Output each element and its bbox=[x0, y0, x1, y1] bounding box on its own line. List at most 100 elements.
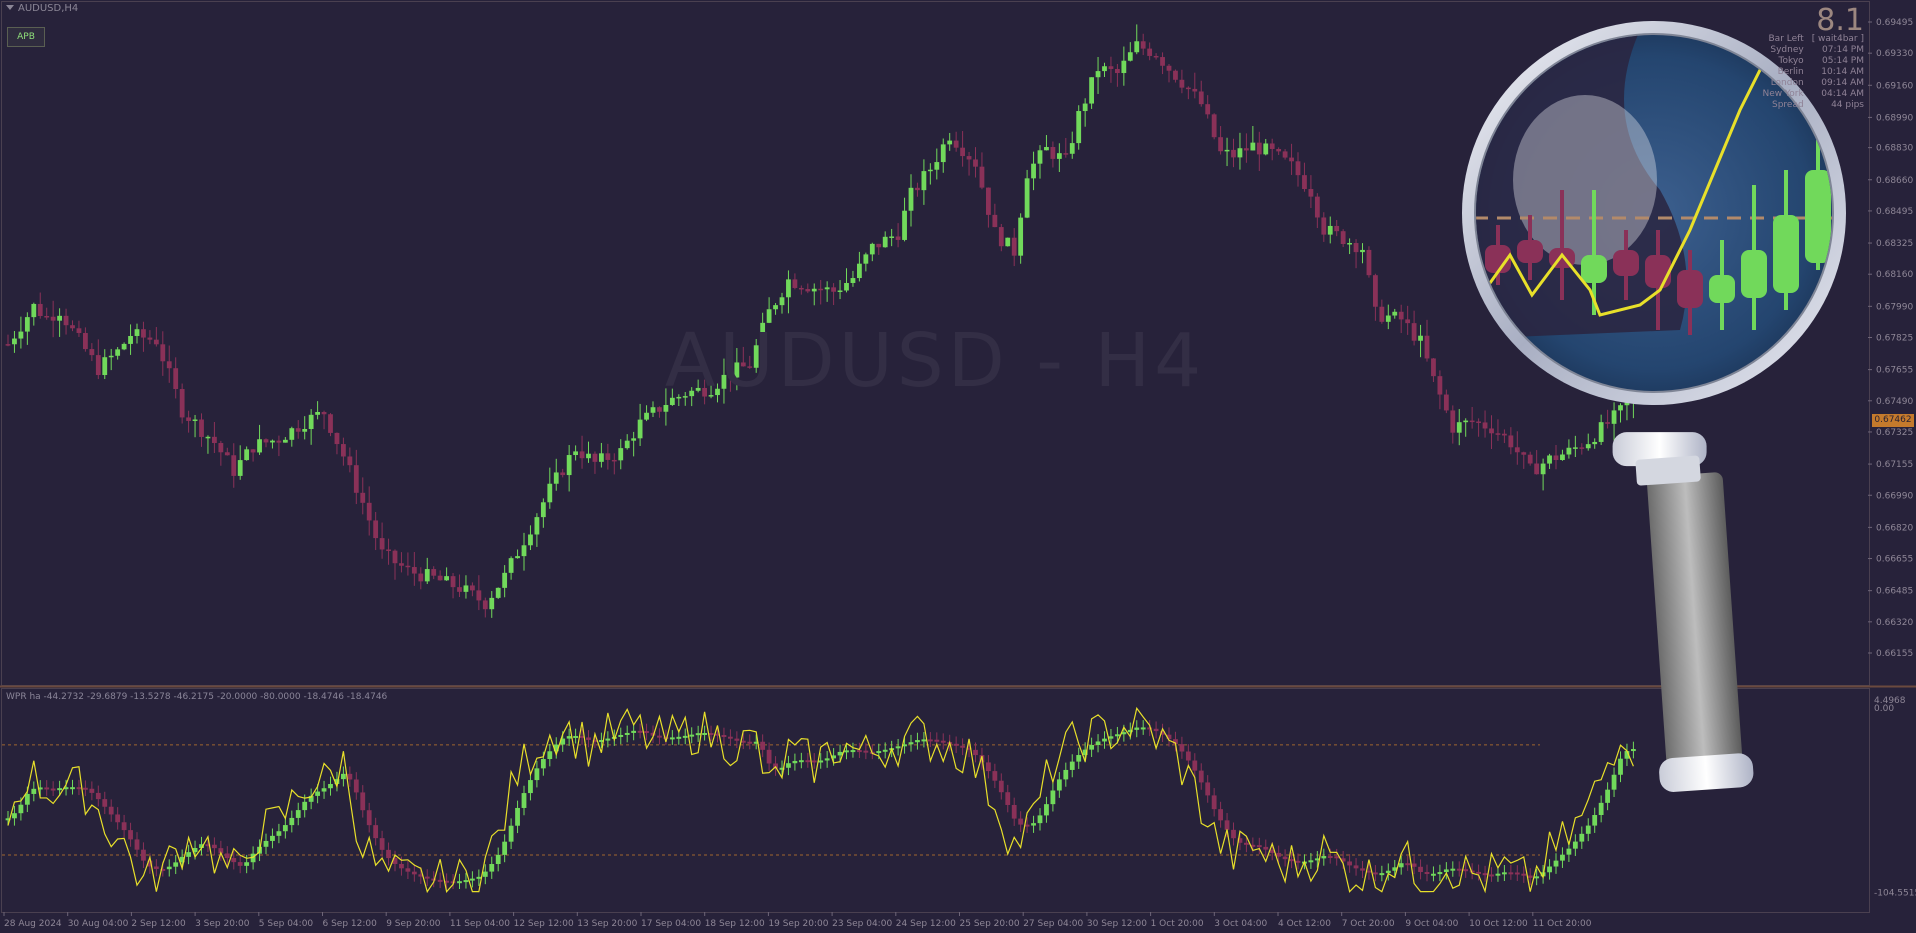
lens-candle-body bbox=[1773, 215, 1799, 293]
candle-body bbox=[508, 558, 514, 573]
wpr-candle-body bbox=[1527, 875, 1533, 878]
candle-body bbox=[940, 144, 946, 163]
candle-body bbox=[1598, 422, 1604, 442]
candle-body bbox=[1198, 91, 1204, 105]
price-label: 0.66485 bbox=[1876, 587, 1913, 597]
wpr-candle-body bbox=[973, 749, 978, 756]
wpr-candle-body bbox=[360, 792, 366, 811]
wpr-candle-body bbox=[921, 739, 927, 742]
candle-body bbox=[1147, 48, 1153, 56]
price-label: 0.67655 bbox=[1876, 366, 1913, 376]
wpr-candle-body bbox=[18, 804, 24, 814]
candle-body bbox=[1321, 217, 1327, 235]
apb-button[interactable]: APB bbox=[7, 27, 45, 47]
candle-body bbox=[1521, 452, 1527, 455]
wpr-candle-body bbox=[1560, 854, 1565, 861]
wpr-candle-body bbox=[786, 763, 791, 768]
indicator-axis-label: -104.5515 bbox=[1874, 889, 1916, 899]
wpr-candle-body bbox=[270, 835, 275, 841]
candle-body bbox=[1327, 225, 1333, 235]
time-axis: 28 Aug 2024 30 Aug 04:00 2 Sep 12:00 3 Sep … bbox=[3, 912, 1592, 929]
wpr-candle-body bbox=[1308, 860, 1314, 863]
wpr-candle-body bbox=[986, 762, 991, 772]
candle-body bbox=[315, 411, 320, 415]
wpr-candle-body bbox=[141, 849, 146, 861]
wpr-candle-body bbox=[811, 760, 817, 763]
symbol-title[interactable]: AUDUSD,H4 bbox=[6, 3, 78, 14]
candle-body bbox=[521, 545, 527, 557]
time-label: 17 Sep 04:00 bbox=[641, 919, 701, 929]
time-label: 25 Sep 20:00 bbox=[960, 919, 1020, 929]
candle-body bbox=[224, 452, 230, 456]
candle-body bbox=[392, 550, 398, 564]
candle-body bbox=[431, 569, 437, 576]
time-label: 1 Oct 20:00 bbox=[1151, 919, 1204, 929]
wpr-candle-body bbox=[805, 760, 811, 763]
candle-body bbox=[844, 282, 849, 291]
price-label: 0.68830 bbox=[1876, 144, 1913, 154]
wpr-candle-body bbox=[186, 852, 191, 857]
candle-body bbox=[37, 303, 43, 316]
candle-body bbox=[773, 305, 778, 310]
price-label: 0.66155 bbox=[1876, 649, 1913, 659]
wpr-candle-body bbox=[1069, 761, 1075, 770]
candle-body bbox=[540, 502, 546, 518]
candle-body bbox=[1056, 153, 1062, 159]
candle-body bbox=[876, 243, 882, 248]
candle-body bbox=[631, 438, 637, 441]
candle-body bbox=[1031, 163, 1036, 179]
wpr-candle-body bbox=[128, 830, 133, 840]
wpr-candle-body bbox=[353, 779, 359, 793]
wpr-candle-body bbox=[134, 839, 140, 850]
candle-body bbox=[302, 428, 308, 432]
candle-body bbox=[605, 453, 611, 460]
price-label: 0.66990 bbox=[1876, 491, 1913, 501]
candle-body bbox=[495, 587, 501, 598]
wpr-candle-body bbox=[263, 840, 269, 847]
candle-body bbox=[199, 419, 204, 437]
wpr-candle-body bbox=[1031, 823, 1036, 826]
magnifier-icon bbox=[1462, 21, 1846, 792]
trading-chart[interactable]: 0.69495 0.69330 0.69160 0.68990 0.68830 0.686… bbox=[0, 0, 1916, 933]
time-label: 11 Sep 04:00 bbox=[450, 919, 510, 929]
lens-candle-body bbox=[1677, 270, 1703, 308]
time-label: 18 Sep 12:00 bbox=[705, 919, 765, 929]
wpr-candle-body bbox=[1347, 861, 1352, 866]
session-row: Spread 44 pips bbox=[1754, 100, 1864, 111]
time-label: 2 Sep 12:00 bbox=[131, 919, 186, 929]
wpr-candle-body bbox=[605, 738, 611, 741]
wpr-candle-body bbox=[1450, 868, 1456, 871]
candle-body bbox=[579, 451, 585, 459]
wpr-candle-body bbox=[528, 780, 533, 794]
candle-body bbox=[250, 449, 256, 453]
candle-body bbox=[1289, 157, 1294, 162]
wpr-candle-body bbox=[1424, 872, 1430, 875]
wpr-candle-body bbox=[1353, 865, 1359, 869]
candle-body bbox=[927, 169, 933, 172]
session-row: Berlin 10:14 AM bbox=[1754, 67, 1864, 78]
candle-body bbox=[1540, 463, 1546, 475]
wpr-candle-body bbox=[540, 759, 546, 769]
candle-body bbox=[618, 448, 624, 461]
candle-body bbox=[979, 166, 985, 188]
lens-candle-body bbox=[1709, 275, 1735, 303]
session-value: 04:14 AM bbox=[1821, 89, 1864, 99]
candle-body bbox=[1263, 143, 1269, 155]
info-panel: 8.1 Bar Left [ wait4bar ] Sydney 07:14 PM … bbox=[1754, 6, 1864, 111]
lens-candle-body bbox=[1645, 255, 1671, 288]
wpr-candle-body bbox=[876, 751, 882, 754]
symbol-title-text: AUDUSD,H4 bbox=[18, 3, 79, 14]
wpr-candle-body bbox=[95, 792, 101, 800]
wpr-candle-body bbox=[1443, 869, 1449, 873]
price-label: 0.68660 bbox=[1876, 176, 1913, 186]
wpr-candle-body bbox=[1327, 856, 1333, 859]
wpr-candle-body bbox=[1605, 789, 1610, 803]
wpr-candle-body bbox=[1482, 873, 1488, 876]
candle-body bbox=[1102, 66, 1107, 72]
candle-body bbox=[1218, 137, 1223, 152]
dropdown-arrow-icon[interactable] bbox=[6, 5, 14, 10]
candle-body bbox=[992, 214, 998, 228]
candle-body bbox=[560, 472, 566, 476]
wpr-candle-body bbox=[1463, 869, 1469, 872]
wpr-candle-body bbox=[1611, 774, 1617, 790]
